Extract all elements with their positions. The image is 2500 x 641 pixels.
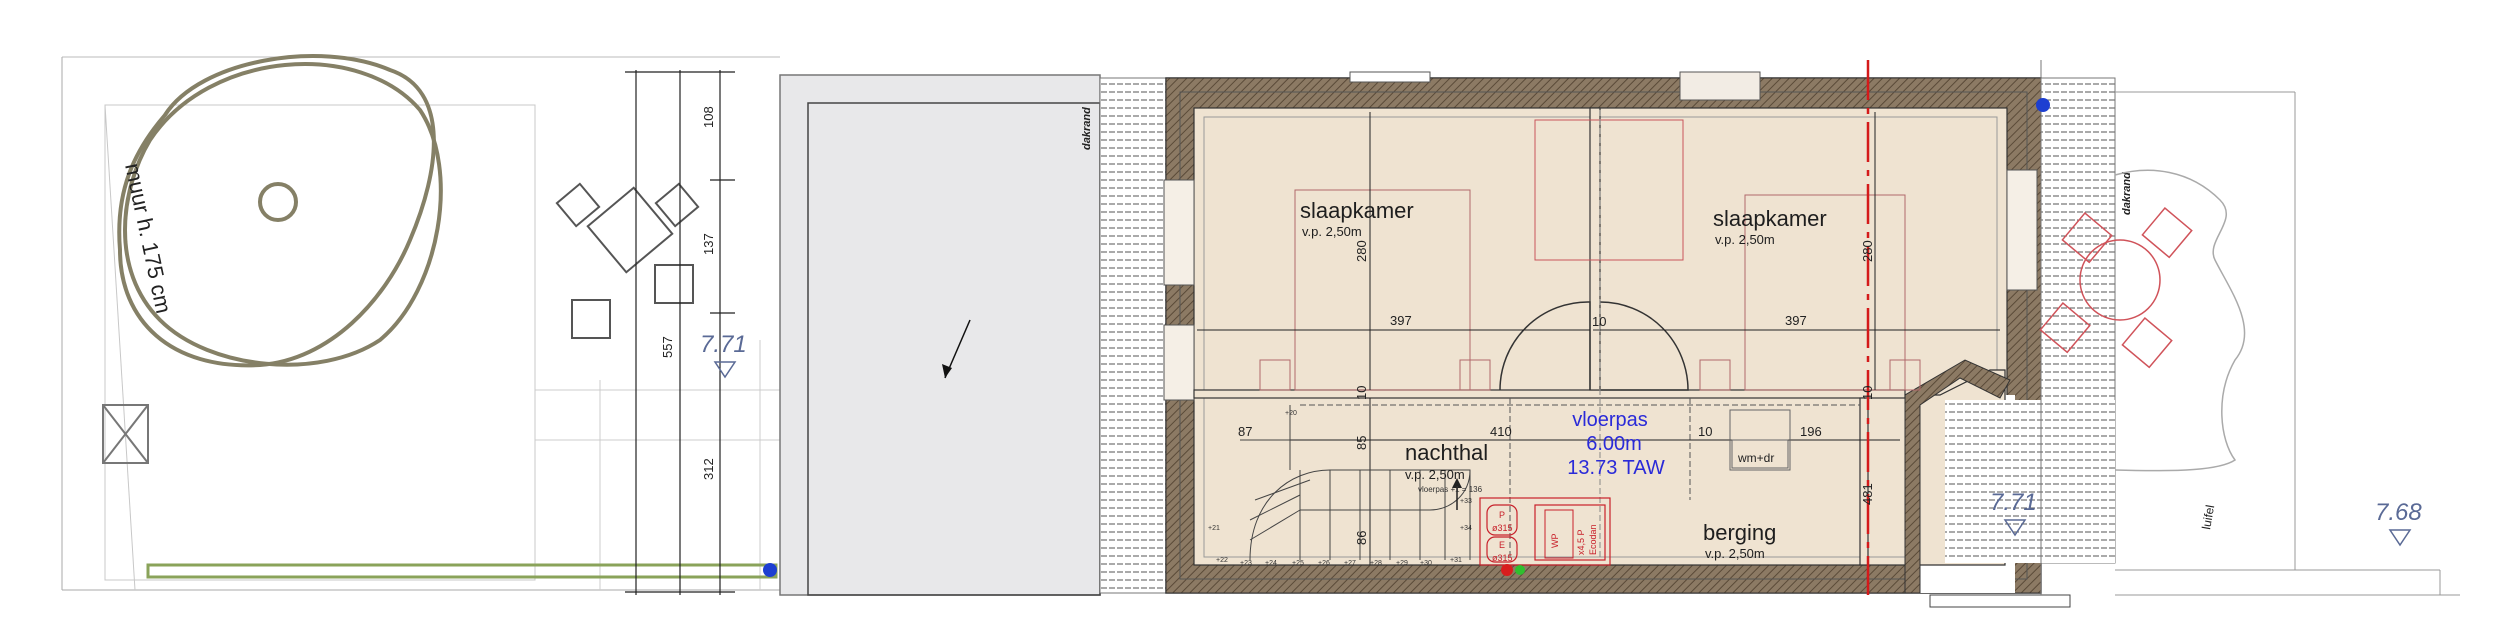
floor-plan: muur h. 175 cm 108 137 312 557 7.71 dakr… <box>61 54 2460 608</box>
room-slaapkamer-left-height: v.p. 2,50m <box>1302 224 1362 239</box>
dim-hall-right: 196 <box>1800 424 1822 439</box>
stair-step-1: +21 <box>1208 525 1220 532</box>
heat-pump-brand: Ecodan <box>1588 524 1598 555</box>
red-dot-icon <box>1501 564 1513 576</box>
dim-wall-b: 10 <box>1592 314 1606 329</box>
dim-depth-right: 280 <box>1860 240 1875 262</box>
building <box>1163 71 2071 608</box>
dim-width-right-room: 397 <box>1785 313 1807 328</box>
green-dot-icon <box>1515 565 1525 575</box>
dim-seg-mid: 137 <box>701 233 716 255</box>
dim-width-left-room: 397 <box>1390 313 1412 328</box>
dim-storage-depth: 481 <box>1860 483 1875 505</box>
floor-level-taw: 13.73 TAW <box>1567 457 1665 479</box>
room-berging-height: v.p. 2,50m <box>1705 546 1765 561</box>
room-slaapkamer-right-height: v.p. 2,50m <box>1715 232 1775 247</box>
room-slaapkamer-left: slaapkamer <box>1300 198 1414 223</box>
stair-step-6: +26 <box>1318 560 1330 567</box>
dim-overall: 557 <box>660 336 675 358</box>
blue-dot-marker-right-icon <box>2036 98 2050 112</box>
boiler-p: P <box>1499 510 1505 520</box>
stair-step-13: +34 <box>1460 525 1472 532</box>
stair-step-10: +30 <box>1420 560 1432 567</box>
dim-seg-bottom: 312 <box>701 458 716 480</box>
stair-step-7: +27 <box>1344 560 1356 567</box>
roof-edge-right: dakrand <box>2121 172 2133 215</box>
heat-pump-label: WP <box>1550 534 1560 549</box>
dim-hall-width: 410 <box>1490 424 1512 439</box>
dim-wall-c: 10 <box>1698 424 1712 439</box>
neighbour-roof <box>779 74 1101 596</box>
heat-pump-spec: x4,5 P <box>1576 529 1586 555</box>
dim-depth-left: 280 <box>1354 240 1369 262</box>
washer-label: wm+dr <box>1737 451 1774 465</box>
dim-hall-depth: 85 <box>1354 436 1369 450</box>
bench-icon <box>102 404 149 464</box>
room-berging: berging <box>1703 520 1776 545</box>
level-marker-far-right-icon <box>2388 529 2412 547</box>
garden-left <box>61 56 780 591</box>
stair-step-4: +24 <box>1265 560 1277 567</box>
stair-step-top: +20 <box>1285 410 1297 417</box>
dim-wall-d: 10 <box>1860 386 1875 400</box>
roof-edge-left: dakrand <box>1081 107 1093 150</box>
stair-step-9: +29 <box>1396 560 1408 567</box>
blue-dot-marker-icon <box>763 563 777 577</box>
level-far-right: 7.68 <box>2375 499 2422 526</box>
stair-step-3: +23 <box>1240 560 1252 567</box>
tree-symbol-icon <box>117 54 443 368</box>
room-nachthal-height: v.p. 2,50m <box>1405 467 1465 482</box>
diameter-top: ø315 <box>1492 523 1513 533</box>
boiler-e: E <box>1499 540 1505 550</box>
level-marker-icon <box>713 361 737 379</box>
stair-note: vloerpas +1 = 136 <box>1418 485 1483 494</box>
level-right: 7.71 <box>1990 489 2037 516</box>
floor-level-label: vloerpas <box>1572 409 1648 431</box>
stair-step-11: +31 <box>1450 557 1462 564</box>
stair-step-12: +33 <box>1460 498 1472 505</box>
stair-step-5: +25 <box>1292 560 1304 567</box>
stair-step-2: +22 <box>1216 557 1228 564</box>
diameter-bottom: ø315 <box>1492 553 1513 563</box>
table-chairs-icon <box>555 182 700 339</box>
dim-hall-left: 87 <box>1238 424 1252 439</box>
dim-wall-a: 10 <box>1354 386 1369 400</box>
dim-stair-depth: 86 <box>1354 531 1369 545</box>
level-left: 7.71 <box>700 331 747 358</box>
room-slaapkamer-right: slaapkamer <box>1713 206 1827 231</box>
roof-hatch-left <box>1099 77 1167 594</box>
dim-seg-top: 108 <box>701 106 716 128</box>
luifel-label: luifel <box>2199 504 2217 531</box>
stair-step-8: +28 <box>1370 560 1382 567</box>
room-nachthal: nachthal <box>1405 440 1488 465</box>
floor-level-height: 6.00m <box>1586 433 1642 455</box>
